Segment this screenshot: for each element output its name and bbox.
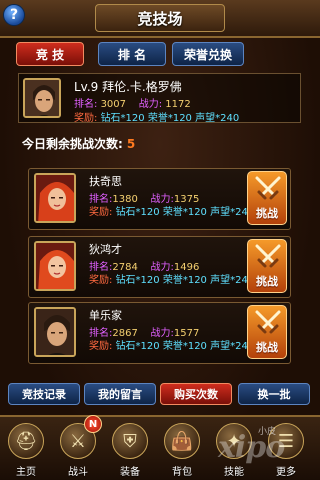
- opponent-name: 扶奇思: [89, 175, 122, 188]
- opponent-card: 扶奇思 排名:1380 战力:1375 奖励: 钻石*120 荣誉*120 声望…: [28, 168, 291, 230]
- nav-label: 背包: [172, 467, 192, 478]
- reward-value: 钻石*120 荣誉*120 声望*240: [115, 207, 255, 218]
- bag-icon: 👜: [164, 423, 200, 459]
- challenge-label: 挑战: [256, 341, 278, 354]
- remaining-count: 5: [126, 137, 136, 151]
- crossed-swords-icon: [255, 176, 281, 200]
- nav-label: 技能: [224, 467, 244, 478]
- tab-arena[interactable]: 竞 技: [16, 42, 84, 66]
- remaining-label: 今日剩余挑战次数:: [22, 137, 123, 151]
- player-name: Lv.9 拜伦.卡.格罗佛: [74, 80, 182, 94]
- reward-value: 钻石*120 荣誉*120 声望*240: [115, 275, 255, 286]
- my-messages-button[interactable]: 我的留言: [84, 383, 156, 405]
- opponent-avatar[interactable]: [34, 173, 76, 223]
- opponent-avatar[interactable]: [34, 241, 76, 291]
- buy-attempts-button[interactable]: 购买次数: [160, 383, 232, 405]
- reward-value: 钻石*120 荣誉*120 声望*240: [115, 341, 255, 352]
- opponent-name: 单乐家: [89, 309, 122, 322]
- opponent-rewards: 奖励: 钻石*120 荣誉*120 声望*240: [89, 203, 254, 218]
- opponent-card: 单乐家 排名:2867 战力:1577 奖励: 钻石*120 荣誉*120 声望…: [28, 302, 291, 364]
- player-avatar[interactable]: [23, 78, 61, 118]
- armor-icon: ⛨: [112, 423, 148, 459]
- notification-badge: N: [84, 415, 102, 433]
- player-stats: 排名: 3007 战力: 1172: [74, 95, 191, 110]
- player-rewards: 奖励: 钻石*120 荣誉*120 声望*240: [74, 109, 239, 124]
- challenge-label: 挑战: [256, 207, 278, 220]
- reward-value: 钻石*120 荣誉*120 声望*240: [100, 113, 240, 124]
- nav-label: 装备: [120, 467, 140, 478]
- opponent-avatar[interactable]: [34, 307, 76, 357]
- help-button[interactable]: ?: [3, 4, 25, 26]
- nav-home[interactable]: ⛑ 主页: [2, 421, 50, 479]
- crossed-swords-icon: [255, 310, 281, 334]
- tab-ranking[interactable]: 排 名: [98, 42, 166, 66]
- nav-equipment[interactable]: ⛨ 装备: [106, 421, 154, 479]
- tab-honor-exchange[interactable]: 荣誉兑换: [172, 42, 244, 66]
- challenge-button[interactable]: 挑战: [247, 305, 287, 359]
- nav-label: 主页: [16, 467, 36, 478]
- challenge-label: 挑战: [256, 275, 278, 288]
- page-title: 竞技场: [95, 4, 225, 32]
- nav-label: 更多: [276, 467, 296, 478]
- title-bar: ? 竞技场: [0, 0, 320, 38]
- reward-label: 奖励:: [74, 113, 98, 124]
- player-card: Lv.9 拜伦.卡.格罗佛 排名: 3007 战力: 1172 奖励: 钻石*1…: [18, 73, 301, 124]
- watermark-small: 小皮: [258, 427, 277, 437]
- nav-label: 战斗: [68, 467, 88, 478]
- opponent-card: 狄鸿才 排名:2784 战力:1496 奖励: 钻石*120 荣誉*120 声望…: [28, 236, 291, 298]
- remaining-challenges: 今日剩余挑战次数: 5: [22, 135, 135, 152]
- challenge-button[interactable]: 挑战: [247, 239, 287, 293]
- opponent-rewards: 奖励: 钻石*120 荣誉*120 声望*240: [89, 337, 254, 352]
- opponent-name: 狄鸿才: [89, 243, 122, 256]
- refresh-opponents-button[interactable]: 换一批: [238, 383, 310, 405]
- nav-bag[interactable]: 👜 背包: [158, 421, 206, 479]
- reward-label: 奖励:: [89, 341, 113, 352]
- reward-label: 奖励:: [89, 207, 113, 218]
- reward-label: 奖励:: [89, 275, 113, 286]
- crossed-swords-icon: [255, 244, 281, 268]
- arena-record-button[interactable]: 竞技记录: [8, 383, 80, 405]
- opponent-rewards: 奖励: 钻石*120 荣誉*120 声望*240: [89, 271, 254, 286]
- helmet-icon: ⛑: [8, 423, 44, 459]
- challenge-button[interactable]: 挑战: [247, 171, 287, 225]
